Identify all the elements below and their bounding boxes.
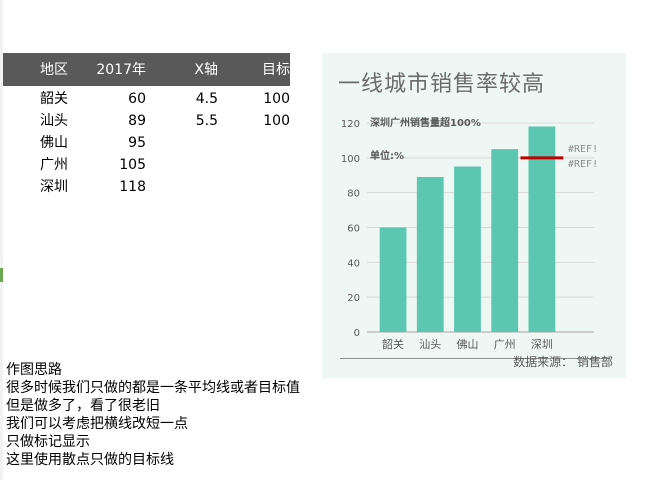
notes-block: 作图思路 很多时候我们只做的都是一条平均线或者目标值 但是做多了，看了很老旧 我… bbox=[6, 361, 300, 469]
chart-plot-area: 深圳广州销售量超100% 单位:% #REF! #REF! 0 20 40 60 80 1… bbox=[341, 116, 598, 351]
chart-bar bbox=[416, 176, 444, 332]
header-target[interactable]: 目标 bbox=[248, 59, 290, 81]
header-region[interactable]: 地区 bbox=[40, 59, 68, 81]
embedded-chart[interactable]: 一线城市销售率较高 深圳广州销售量超100% 单位:% #REF! #REF! … bbox=[322, 53, 626, 378]
chart-source: 数据来源： 销售部 bbox=[513, 355, 613, 369]
cell-region[interactable]: 佛山 bbox=[40, 132, 68, 154]
note-line[interactable]: 这里使用散点只做的目标线 bbox=[6, 451, 300, 469]
cell-2017[interactable]: 60 bbox=[91, 88, 146, 110]
note-line[interactable]: 作图思路 bbox=[6, 361, 300, 379]
cell-2017[interactable]: 89 bbox=[91, 110, 146, 132]
x-tick-label: 深圳 bbox=[531, 338, 553, 351]
table-row: 佛山 95 bbox=[3, 132, 290, 154]
cell-x-axis[interactable]: 5.5 bbox=[181, 110, 218, 132]
header-2017[interactable]: 2017年 bbox=[91, 59, 146, 81]
cell-2017[interactable]: 95 bbox=[91, 132, 146, 154]
chart-bar bbox=[379, 227, 407, 332]
y-tick-label: 100 bbox=[341, 154, 360, 165]
y-tick-label: 120 bbox=[341, 119, 360, 130]
chart-bar bbox=[491, 149, 519, 332]
cell-2017[interactable]: 118 bbox=[91, 176, 146, 198]
y-tick-label: 60 bbox=[347, 224, 360, 235]
cell-region[interactable]: 汕头 bbox=[40, 110, 68, 132]
note-line[interactable]: 很多时候我们只做的都是一条平均线或者目标值 bbox=[6, 379, 300, 397]
note-line[interactable]: 但是做多了，看了很老旧 bbox=[6, 397, 300, 415]
cell-region[interactable]: 韶关 bbox=[40, 88, 68, 110]
x-tick-label: 佛山 bbox=[456, 338, 478, 351]
cell-region[interactable]: 广州 bbox=[40, 154, 68, 176]
table-header-row: 地区 2017年 X轴 目标 bbox=[3, 53, 290, 86]
y-tick-label: 20 bbox=[347, 293, 360, 304]
table-row: 深圳 118 bbox=[3, 176, 290, 198]
ref-error-label: #REF! bbox=[568, 159, 598, 170]
note-line[interactable]: 只做标记显示 bbox=[6, 433, 300, 451]
cell-region[interactable]: 深圳 bbox=[40, 176, 68, 198]
table-row: 韶关 60 4.5 100 bbox=[3, 88, 290, 110]
cell-target[interactable]: 100 bbox=[248, 88, 290, 110]
note-line[interactable]: 我们可以考虑把横线改短一点 bbox=[6, 415, 300, 433]
table-row: 广州 105 bbox=[3, 154, 290, 176]
row-selection-marker bbox=[0, 268, 3, 282]
table-row: 汕头 89 5.5 100 bbox=[3, 110, 290, 132]
chart-unit-label: 单位:% bbox=[370, 149, 404, 162]
ref-error-label: #REF! bbox=[568, 144, 598, 155]
chart-bar bbox=[454, 166, 481, 332]
cell-x-axis[interactable]: 4.5 bbox=[181, 88, 218, 110]
header-x-axis[interactable]: X轴 bbox=[181, 59, 218, 81]
y-tick-label: 0 bbox=[354, 328, 360, 339]
cell-target[interactable]: 100 bbox=[248, 110, 290, 132]
y-tick-label: 80 bbox=[347, 189, 360, 200]
cell-2017[interactable]: 105 bbox=[91, 154, 146, 176]
x-tick-label: 韶关 bbox=[382, 337, 404, 351]
chart-subtitle: 深圳广州销售量超100% bbox=[370, 116, 481, 129]
x-tick-label: 汕头 bbox=[419, 338, 441, 351]
x-tick-label: 广州 bbox=[494, 338, 516, 351]
y-tick-label: 40 bbox=[347, 258, 360, 269]
